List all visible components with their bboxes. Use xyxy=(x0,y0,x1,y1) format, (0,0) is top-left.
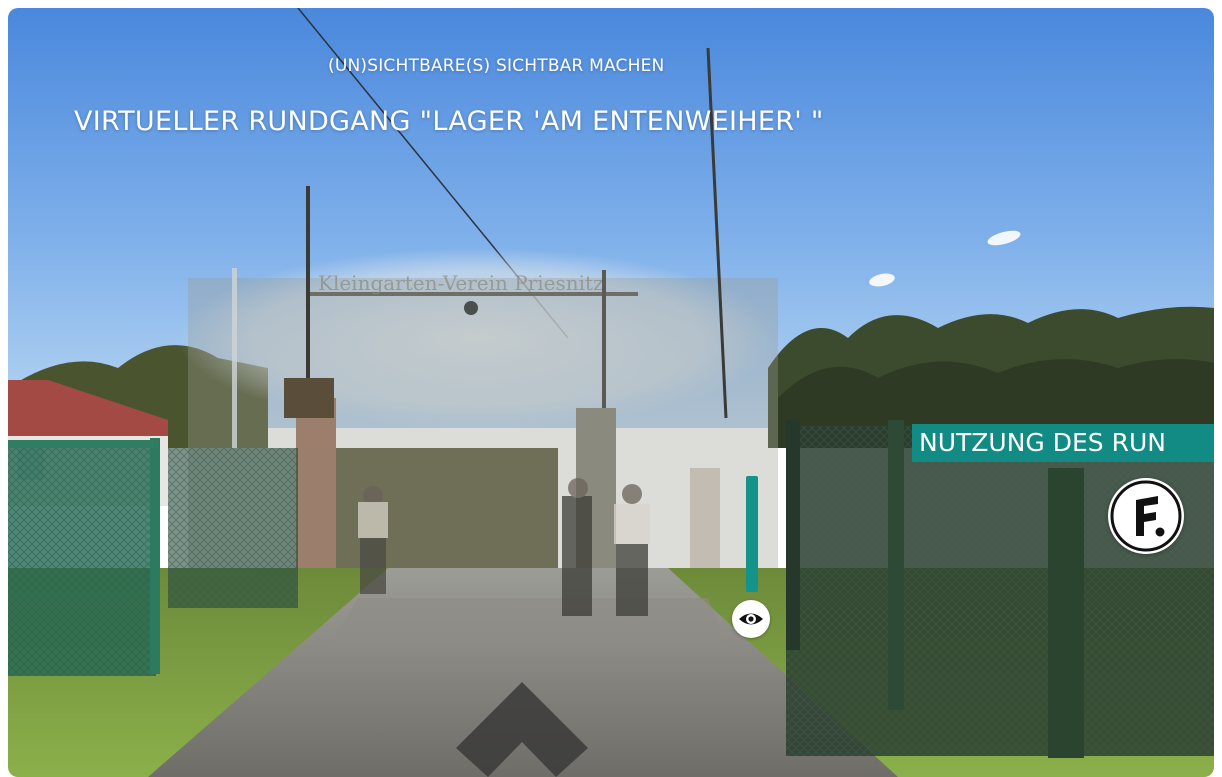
historic-sign-text: Kleingarten-Verein Priesnitz xyxy=(318,271,604,295)
logo-f-button[interactable] xyxy=(1108,478,1184,554)
tour-subtitle: (UN)SICHTBARE(S) SICHTBAR MACHEN xyxy=(328,56,665,76)
hotspot-banner-label: NUTZUNG DES RUN xyxy=(919,428,1166,457)
chevron-up-icon[interactable] xyxy=(456,682,588,777)
logo-f-icon xyxy=(1110,480,1182,552)
eye-icon xyxy=(739,613,763,625)
historic-overlay-slider[interactable] xyxy=(746,476,758,592)
panorama-viewer[interactable]: Kleingarten-Verein Priesnitz (UN)SICHTBA… xyxy=(8,8,1214,777)
hotspot-usage-banner[interactable]: NUTZUNG DES RUN xyxy=(912,424,1214,462)
tour-title: VIRTUELLER RUNDGANG "LAGER 'AM ENTENWEIH… xyxy=(74,106,824,137)
eye-toggle-button[interactable] xyxy=(732,600,770,638)
